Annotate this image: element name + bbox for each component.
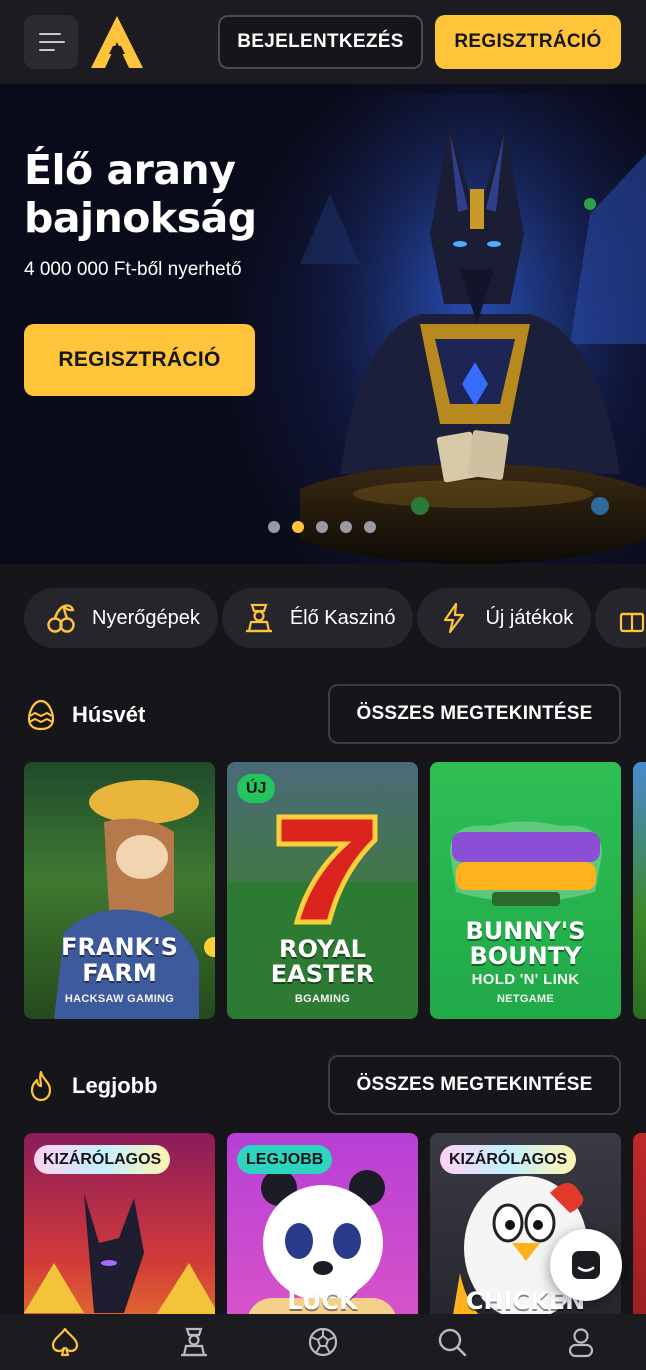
hero-subtitle: 4 000 000 Ft-ből nyerhető bbox=[24, 259, 242, 280]
nav-casino[interactable] bbox=[35, 1314, 95, 1370]
carousel-dot[interactable] bbox=[340, 521, 352, 533]
game-row-easter: FRANK'S FARM HACKSAW GAMING ÚJ ROYAL EAS… bbox=[24, 762, 646, 1019]
game-subtitle: HOLD 'N' LINK bbox=[471, 971, 580, 988]
game-provider: BGAMING bbox=[294, 993, 351, 1005]
top-header: BEJELENTKEZÉS REGISZTRÁCIÓ bbox=[0, 0, 646, 84]
category-label: Élő Kaszinó bbox=[289, 606, 396, 629]
game-title: BOUNTY bbox=[469, 942, 582, 970]
game-badge: KIZÁRÓLAGOS bbox=[440, 1145, 577, 1174]
see-all-button[interactable]: ÖSSZES MEGTEKINTÉSE bbox=[328, 684, 621, 744]
game-card-partial[interactable] bbox=[633, 762, 646, 1019]
game-badge: LEGJOBB bbox=[237, 1145, 333, 1174]
lightning-icon bbox=[444, 602, 465, 634]
dealer-icon bbox=[245, 603, 272, 633]
spade-icon bbox=[51, 1327, 78, 1357]
nav-search[interactable] bbox=[422, 1314, 482, 1370]
hamburger-menu-button[interactable] bbox=[24, 15, 78, 69]
category-pills: Nyerőgépek Élő Kaszinó Új játékok bbox=[24, 588, 646, 648]
see-all-button[interactable]: ÖSSZES MEGTEKINTÉSE bbox=[328, 1055, 621, 1115]
search-icon bbox=[438, 1328, 467, 1357]
game-card[interactable]: BUNNY'S BOUNTY HOLD 'N' LINK NETGAME bbox=[430, 762, 621, 1019]
category-new-games[interactable]: Új játékok bbox=[417, 588, 592, 648]
hero-title: Élő arany bajnokság bbox=[24, 146, 257, 242]
category-label: Új játékok bbox=[485, 606, 574, 629]
brand-logo-icon[interactable] bbox=[89, 14, 145, 70]
section-title-text: Húsvét bbox=[72, 702, 146, 727]
category-slots[interactable]: Nyerőgépek bbox=[24, 588, 218, 648]
game-card[interactable]: ÚJ ROYAL EASTER BGAMING bbox=[227, 762, 418, 1019]
section-header-easter: Húsvét ÖSSZES MEGTEKINTÉSE bbox=[24, 684, 621, 744]
live-chat-button[interactable] bbox=[550, 1229, 622, 1301]
carousel-dot[interactable] bbox=[316, 521, 328, 533]
nav-sports[interactable] bbox=[293, 1314, 353, 1370]
user-icon bbox=[569, 1328, 594, 1358]
category-bonus[interactable] bbox=[595, 588, 646, 648]
game-badge: KIZÁRÓLAGOS bbox=[34, 1145, 171, 1174]
anubis-dealer-illustration bbox=[300, 94, 646, 564]
nav-profile[interactable] bbox=[551, 1314, 611, 1370]
carousel-dot-active[interactable] bbox=[292, 521, 304, 533]
cherries-icon bbox=[47, 604, 75, 633]
section-header-best: Legjobb ÖSSZES MEGTEKINTÉSE bbox=[24, 1055, 621, 1115]
game-title: FARM bbox=[82, 959, 157, 987]
game-provider: NETGAME bbox=[496, 993, 555, 1005]
game-provider: HACKSAW GAMING bbox=[64, 993, 175, 1005]
soccer-ball-icon bbox=[308, 1327, 338, 1357]
page: BEJELENTKEZÉS REGISZTRÁCIÓ Élő arany baj… bbox=[0, 0, 646, 1370]
carousel-dots bbox=[268, 521, 376, 533]
game-title: EASTER bbox=[270, 960, 375, 988]
carousel-dot[interactable] bbox=[364, 521, 376, 533]
game-title: ROYAL bbox=[279, 935, 366, 963]
hero-register-button[interactable]: REGISZTRÁCIÓ bbox=[24, 324, 255, 396]
login-button[interactable]: BEJELENTKEZÉS bbox=[218, 15, 423, 69]
flame-icon bbox=[30, 1070, 52, 1102]
menu-line-icon bbox=[39, 49, 55, 51]
game-card[interactable]: FRANK'S FARM HACKSAW GAMING bbox=[24, 762, 215, 1019]
category-live-casino[interactable]: Élő Kaszinó bbox=[221, 588, 414, 648]
bottom-navigation bbox=[0, 1314, 646, 1370]
game-badge: ÚJ bbox=[237, 774, 276, 803]
category-label: Nyerőgépek bbox=[92, 606, 200, 629]
register-button[interactable]: REGISZTRÁCIÓ bbox=[435, 15, 621, 69]
carousel-dot[interactable] bbox=[268, 521, 280, 533]
easter-egg-icon bbox=[27, 699, 55, 731]
menu-line-icon bbox=[39, 33, 61, 35]
gift-icon bbox=[620, 612, 645, 633]
hero-banner[interactable]: Élő arany bajnokság 4 000 000 Ft-ből nye… bbox=[0, 84, 646, 564]
nav-live-casino[interactable] bbox=[164, 1314, 224, 1370]
section-title: Húsvét bbox=[24, 698, 145, 732]
dealer-icon bbox=[180, 1327, 207, 1357]
section-title-text: Legjobb bbox=[72, 1073, 158, 1098]
menu-line-icon bbox=[39, 41, 65, 43]
game-title: BUNNY'S bbox=[465, 917, 586, 945]
game-title: LUCK bbox=[287, 1287, 358, 1315]
chat-icon bbox=[572, 1251, 600, 1279]
section-title: Legjobb bbox=[24, 1069, 158, 1103]
game-title: FRANK'S bbox=[61, 933, 178, 961]
